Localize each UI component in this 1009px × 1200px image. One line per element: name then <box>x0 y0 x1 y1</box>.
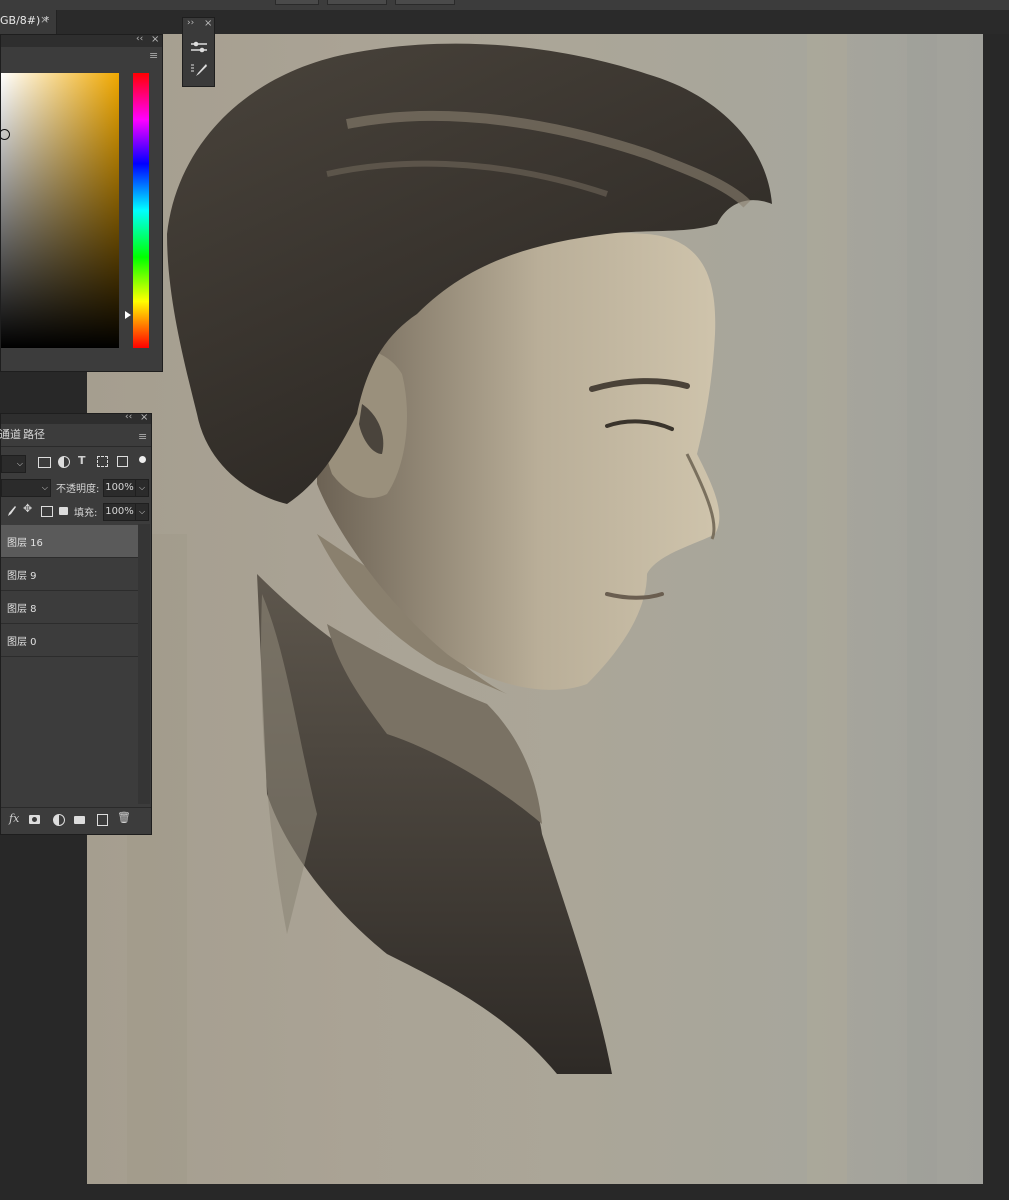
layer-name: 图层 0 <box>7 637 37 648</box>
panel-menu-icon[interactable]: ≡ <box>149 49 158 62</box>
lock-all-icon[interactable] <box>59 507 68 515</box>
filter-smart-object-icon[interactable] <box>117 456 128 467</box>
expand-panel-icon[interactable]: ›› <box>187 18 194 28</box>
options-button[interactable] <box>327 0 387 5</box>
layer-name: 图层 16 <box>7 538 43 549</box>
layers-footer: fx 🗑 <box>1 807 151 834</box>
trash-icon[interactable]: 🗑 <box>117 811 131 824</box>
collapse-panel-icon[interactable]: ‹‹ <box>136 34 143 44</box>
panel-menu-icon[interactable]: ≡ <box>138 430 147 443</box>
color-panel: ‹‹ × ≡ <box>0 34 163 372</box>
layer-row-selected[interactable]: 图层 16 <box>1 525 138 558</box>
layer-row[interactable]: 图层 9 <box>1 558 138 591</box>
layers-scrollbar[interactable] <box>138 524 150 804</box>
opacity-label: 不透明度: <box>56 484 100 495</box>
filter-toggle[interactable] <box>139 456 146 463</box>
document-tab-bar <box>0 10 1009 34</box>
tab-paths[interactable]: 路径 <box>23 424 45 446</box>
portrait-painting <box>127 34 937 1184</box>
layer-filter-select[interactable]: ⌵ <box>1 455 26 473</box>
saturation-brightness-field[interactable] <box>1 73 119 348</box>
lock-position-icon[interactable]: ✥ <box>23 502 32 515</box>
brush-presets-icon[interactable] <box>190 62 208 78</box>
filter-pixel-icon[interactable] <box>38 457 51 468</box>
fill-label: 填充: <box>74 508 98 519</box>
filter-adjustment-icon[interactable] <box>58 456 70 468</box>
layer-row[interactable]: 图层 0 <box>1 624 138 657</box>
fill-dropdown[interactable]: ⌵ <box>135 503 149 521</box>
fx-icon[interactable]: fx <box>9 812 19 825</box>
blend-mode-select[interactable]: ⌵ <box>1 479 51 497</box>
canvas[interactable] <box>87 34 983 1184</box>
opacity-dropdown[interactable]: ⌵ <box>135 479 149 497</box>
lock-artboard-icon[interactable] <box>41 506 53 517</box>
folder-icon[interactable] <box>74 816 85 824</box>
mask-icon[interactable] <box>29 815 40 824</box>
new-layer-icon[interactable] <box>97 814 108 826</box>
close-panel-icon[interactable]: × <box>140 412 148 423</box>
hue-slider-marker[interactable] <box>125 311 131 319</box>
adjustment-icon[interactable] <box>53 814 65 826</box>
layer-name: 图层 9 <box>7 571 37 582</box>
fill-input[interactable]: 100% <box>103 503 136 521</box>
layer-name: 图层 8 <box>7 604 37 615</box>
lock-pixels-icon[interactable] <box>6 505 16 517</box>
filter-shape-icon[interactable] <box>97 456 108 467</box>
divider <box>1 446 151 447</box>
tool-strip-panel: ›› × <box>182 17 215 87</box>
document-tab-close-icon[interactable]: × <box>40 13 49 26</box>
tab-channels[interactable]: 通道 <box>0 424 21 446</box>
options-button[interactable] <box>395 0 455 5</box>
layer-row[interactable]: 图层 8 <box>1 591 138 624</box>
hue-slider[interactable] <box>133 73 149 348</box>
collapse-panel-icon[interactable]: ‹‹ <box>125 412 132 422</box>
options-button[interactable] <box>275 0 319 5</box>
close-panel-icon[interactable]: × <box>151 34 159 45</box>
adjust-sliders-icon[interactable] <box>190 40 208 54</box>
layers-panel: ‹‹ × 通道 路径 ≡ ⌵ T ⌵ 不透明度: 100% ⌵ ✥ 填充: 10… <box>0 412 152 835</box>
opacity-input[interactable]: 100% <box>103 479 136 497</box>
close-panel-icon[interactable]: × <box>204 18 212 29</box>
filter-type-icon[interactable]: T <box>78 454 86 467</box>
